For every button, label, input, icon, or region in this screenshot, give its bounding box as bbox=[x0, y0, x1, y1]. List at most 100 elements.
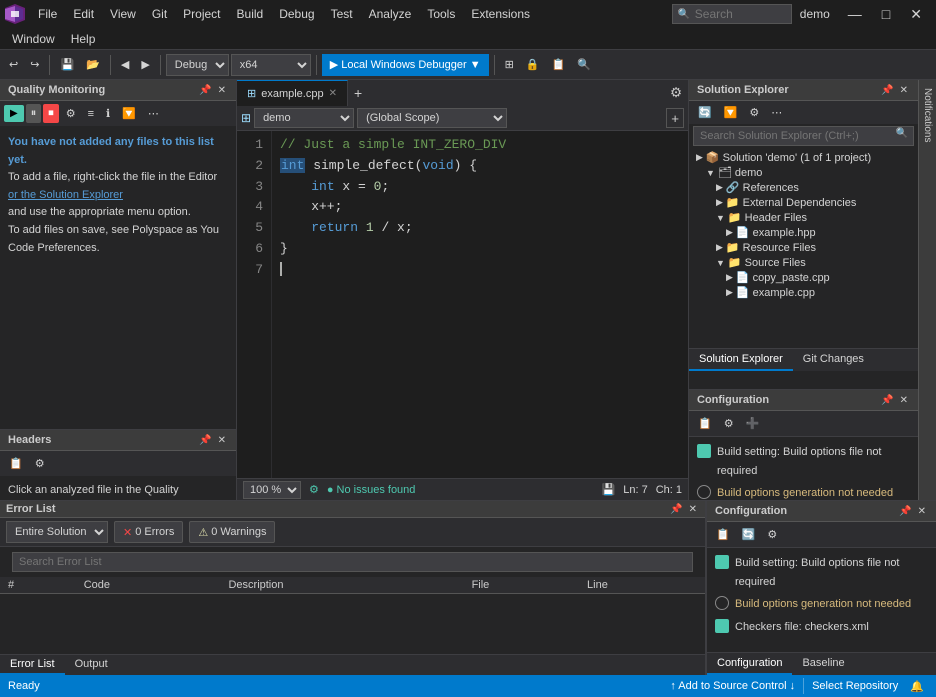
menu-extensions[interactable]: Extensions bbox=[463, 3, 538, 25]
config-pin-icon[interactable]: 📌 bbox=[879, 395, 895, 406]
panel-pin-icon[interactable]: 📌 bbox=[197, 85, 213, 96]
solution-close-icon[interactable]: ✕ bbox=[898, 85, 910, 96]
sol-filter-button[interactable]: 🔽 bbox=[719, 103, 743, 122]
scope-left-dropdown[interactable]: demo bbox=[254, 108, 354, 128]
quality-info-button[interactable]: ℹ bbox=[101, 104, 115, 123]
config-right-close-icon[interactable]: ✕ bbox=[916, 506, 928, 517]
toolbar-extra2[interactable]: 🔒 bbox=[521, 55, 545, 74]
error-filter-dropdown[interactable]: Entire Solution bbox=[6, 521, 108, 543]
example-cpp-arrow[interactable]: ▶ bbox=[726, 287, 733, 298]
platform-dropdown[interactable]: x64 bbox=[231, 54, 311, 76]
menu-file[interactable]: File bbox=[30, 3, 65, 25]
copy-arrow[interactable]: ▶ bbox=[726, 272, 733, 283]
menu-debug[interactable]: Debug bbox=[271, 3, 322, 25]
config-right-btn2[interactable]: 🔄 bbox=[737, 525, 761, 544]
maximize-button[interactable]: □ bbox=[872, 2, 900, 26]
tree-item-resource-files[interactable]: ▶ 📁 Resource Files bbox=[691, 240, 916, 255]
quality-filter-button[interactable]: 🔽 bbox=[117, 104, 141, 123]
sol-sync-button[interactable]: 🔄 bbox=[693, 103, 717, 122]
error-pin-icon[interactable]: 📌 bbox=[668, 504, 684, 515]
config-btn3[interactable]: ➕ bbox=[741, 414, 765, 433]
zoom-dropdown[interactable]: 100 % bbox=[243, 481, 301, 499]
menu-analyze[interactable]: Analyze bbox=[361, 3, 420, 25]
add-tab-button[interactable]: + bbox=[348, 85, 368, 101]
quality-settings-button[interactable]: ⚙ bbox=[61, 104, 81, 123]
tree-item-demo[interactable]: ▼ 🗂 demo bbox=[691, 165, 916, 180]
config-right-btn3[interactable]: ⚙ bbox=[762, 525, 782, 544]
minimize-button[interactable]: — bbox=[838, 2, 872, 26]
solution-pin-icon[interactable]: 📌 bbox=[879, 85, 895, 96]
tab-solution-explorer[interactable]: Solution Explorer bbox=[689, 349, 793, 371]
quality-play-button[interactable]: ▶ bbox=[4, 105, 24, 122]
error-close-icon[interactable]: ✕ bbox=[687, 504, 699, 515]
add-scope-button[interactable]: + bbox=[666, 108, 684, 128]
resource-arrow[interactable]: ▶ bbox=[716, 242, 723, 253]
tab-close-icon[interactable]: ✕ bbox=[329, 88, 337, 99]
save-button[interactable]: 💾 bbox=[55, 55, 79, 74]
redo-button[interactable]: ↪ bbox=[25, 55, 44, 74]
menu-edit[interactable]: Edit bbox=[65, 3, 102, 25]
demo-arrow[interactable]: ▼ bbox=[706, 168, 715, 178]
menu-view[interactable]: View bbox=[102, 3, 144, 25]
menu-help[interactable]: Help bbox=[63, 28, 104, 50]
sol-more-button[interactable]: ⋯ bbox=[766, 103, 787, 122]
warnings-button[interactable]: ⚠ 0 Warnings bbox=[189, 521, 275, 543]
sol-settings-button[interactable]: ⚙ bbox=[744, 103, 764, 122]
config-close-icon[interactable]: ✕ bbox=[898, 395, 910, 406]
tree-item-references[interactable]: ▶ 🔗 References bbox=[691, 180, 916, 195]
tab-git-changes[interactable]: Git Changes bbox=[793, 349, 874, 371]
menu-build[interactable]: Build bbox=[229, 3, 272, 25]
tree-item-example-cpp[interactable]: ▶ 📄 example.cpp bbox=[691, 285, 916, 300]
menu-project[interactable]: Project bbox=[175, 3, 228, 25]
config-dropdown[interactable]: Debug bbox=[166, 54, 229, 76]
quality-list-button[interactable]: ≡ bbox=[83, 105, 99, 123]
tree-item-header-files[interactable]: ▼ 📁 Header Files bbox=[691, 210, 916, 225]
scope-right-dropdown[interactable]: (Global Scope) bbox=[357, 108, 507, 128]
menu-tools[interactable]: Tools bbox=[419, 3, 463, 25]
btab-output[interactable]: Output bbox=[65, 655, 118, 675]
menu-test[interactable]: Test bbox=[323, 3, 361, 25]
toolbar-extra1[interactable]: ⊞ bbox=[500, 55, 519, 74]
notification-bell-icon[interactable]: 🔔 bbox=[906, 680, 928, 693]
add-to-source-button[interactable]: ↑ Add to Source Control ↓ bbox=[662, 680, 803, 692]
errors-button[interactable]: ✕ 0 Errors bbox=[114, 521, 183, 543]
config-btn1[interactable]: 📋 bbox=[693, 414, 717, 433]
headers-close-icon[interactable]: ✕ bbox=[216, 435, 228, 446]
notifications-tab[interactable]: Notifications bbox=[918, 80, 936, 500]
quality-stop-button[interactable]: ⏹ bbox=[43, 104, 59, 123]
hpp-arrow[interactable]: ▶ bbox=[726, 227, 733, 238]
headers-pin-icon[interactable]: 📌 bbox=[197, 435, 213, 446]
toolbar-extra3[interactable]: 📋 bbox=[547, 55, 571, 74]
config-right-tab1[interactable]: Configuration bbox=[707, 653, 792, 675]
run-button[interactable]: ▶ Local Windows Debugger ▼ bbox=[322, 54, 489, 76]
config-right-btn1[interactable]: 📋 bbox=[711, 525, 735, 544]
extdeps-arrow[interactable]: ▶ bbox=[716, 197, 723, 208]
tree-item-example-hpp[interactable]: ▶ 📄 example.hpp bbox=[691, 225, 916, 240]
menu-git[interactable]: Git bbox=[144, 3, 175, 25]
close-button[interactable]: ✕ bbox=[900, 2, 932, 27]
tree-root-arrow[interactable]: ▶ bbox=[696, 152, 703, 163]
config-btn2[interactable]: ⚙ bbox=[719, 414, 739, 433]
quality-msg2-link[interactable]: or the Solution Explorer bbox=[8, 189, 123, 201]
editor-tab-example-cpp[interactable]: ⊞ example.cpp ✕ bbox=[237, 80, 348, 106]
toolbar-extra4[interactable]: 🔍 bbox=[572, 55, 596, 74]
source-arrow[interactable]: ▼ bbox=[716, 258, 725, 268]
undo-button[interactable]: ↩ bbox=[4, 55, 23, 74]
quality-more-button[interactable]: ⋯ bbox=[143, 104, 164, 123]
headers-btn2[interactable]: ⚙ bbox=[30, 454, 50, 473]
headers-arrow[interactable]: ▼ bbox=[716, 213, 725, 223]
nav-forward-button[interactable]: ▶ bbox=[136, 55, 154, 74]
editor-settings-button[interactable]: ⚙ bbox=[664, 85, 688, 101]
menu-window[interactable]: Window bbox=[4, 28, 63, 50]
tree-item-source-files[interactable]: ▼ 📁 Source Files bbox=[691, 255, 916, 270]
open-button[interactable]: 📂 bbox=[81, 55, 105, 74]
quality-pause-button[interactable]: ⏸ bbox=[26, 104, 42, 123]
config-right-tab2[interactable]: Baseline bbox=[792, 653, 854, 675]
panel-close-icon[interactable]: ✕ bbox=[216, 85, 228, 96]
nav-back-button[interactable]: ◀ bbox=[116, 55, 134, 74]
tree-item-copy-paste[interactable]: ▶ 📄 copy_paste.cpp bbox=[691, 270, 916, 285]
select-repository-button[interactable]: Select Repository bbox=[804, 680, 906, 692]
headers-btn1[interactable]: 📋 bbox=[4, 454, 28, 473]
error-search-input[interactable] bbox=[12, 552, 693, 572]
config-right-pin-icon[interactable]: 📌 bbox=[897, 506, 913, 517]
